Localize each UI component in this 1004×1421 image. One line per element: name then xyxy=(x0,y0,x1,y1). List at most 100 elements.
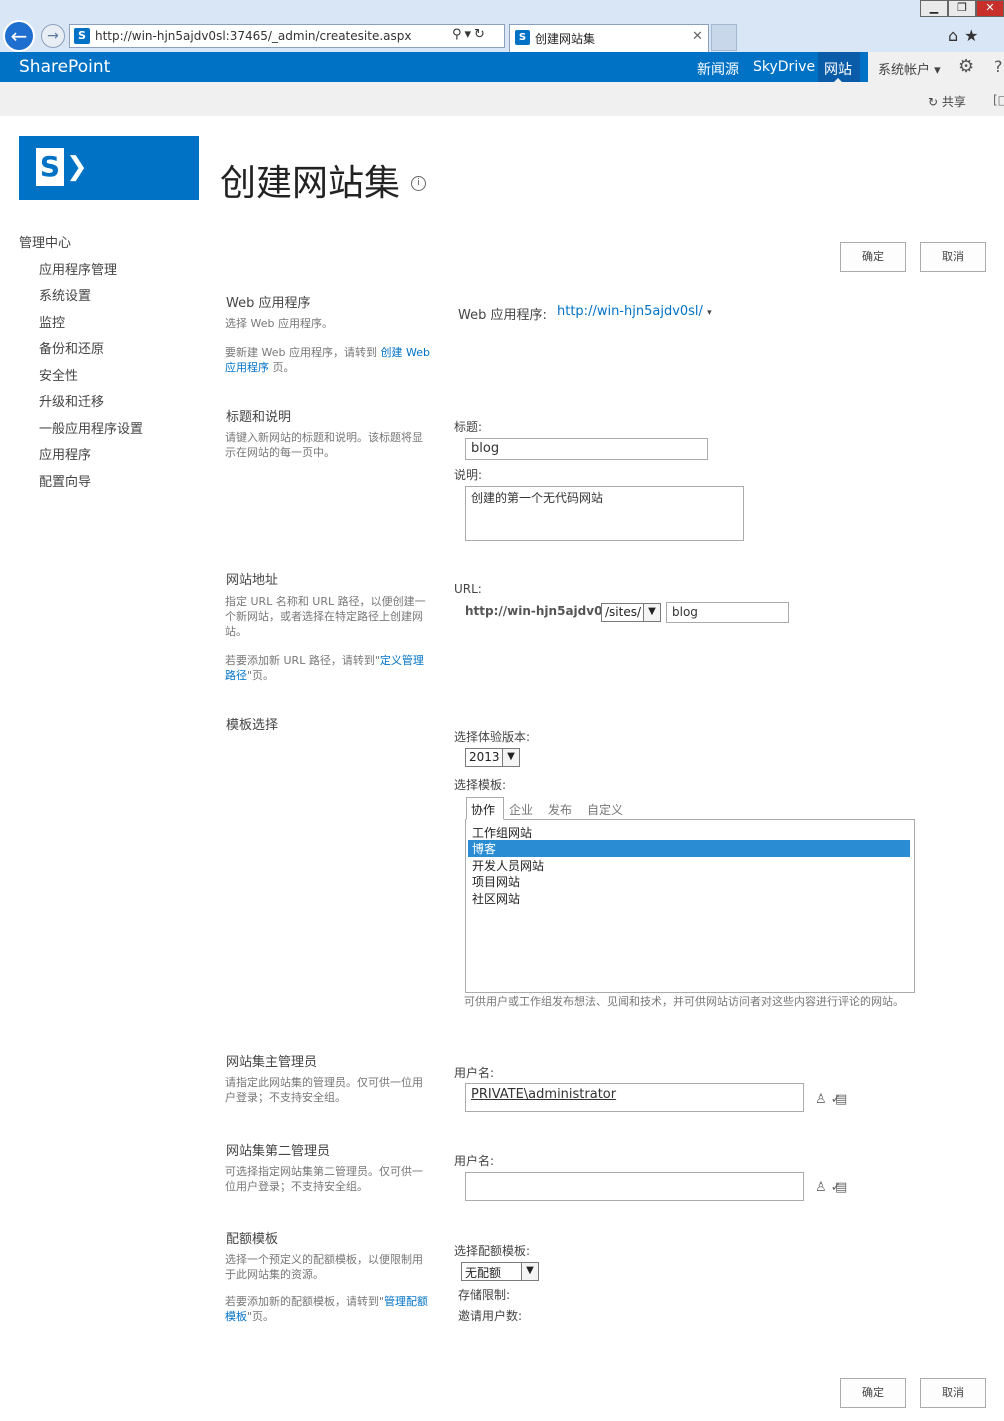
section-desc-web-app: 选择 Web 应用程序。 xyxy=(225,317,333,330)
secondary-admin-input[interactable] xyxy=(465,1172,804,1201)
section-title-title-desc: 标题和说明 xyxy=(226,410,292,425)
secondary-user-label: 用户名: xyxy=(454,1154,495,1168)
site-favicon-icon: S xyxy=(74,28,90,44)
template-item[interactable]: 开发人员网站 xyxy=(468,857,910,874)
home-favorites-icon[interactable]: ⌂★ xyxy=(948,26,985,45)
note-text: 若要添加新的配额模板，请转到" xyxy=(225,1295,385,1308)
template-label: 选择模板: xyxy=(454,778,507,792)
section-desc-quota: 选择一个预定义的配额模板，以便限制用于此网站集的资源。 xyxy=(225,1253,423,1281)
title-input[interactable]: blog xyxy=(465,438,708,460)
help-icon[interactable]: ? xyxy=(994,57,1003,76)
suite-link-skydrive[interactable]: SkyDrive xyxy=(753,59,815,75)
template-tab-publishing[interactable]: 发布 xyxy=(548,801,572,818)
focus-content-icon[interactable]: [□ xyxy=(993,93,1004,107)
brand-name[interactable]: SharePoint xyxy=(19,57,110,77)
version-value[interactable]: 2013 xyxy=(469,750,500,764)
section-title-primary-admin: 网站集主管理员 xyxy=(226,1055,318,1070)
section-note-address: 若要添加新 URL 路径，请转到"定义管理路径"页。 xyxy=(225,653,430,683)
chevron-down-icon: ▾ xyxy=(934,63,941,78)
address-book-icon[interactable]: ▤ xyxy=(835,1092,851,1107)
nav-item-config-wizards[interactable]: 配置向导 xyxy=(39,471,91,490)
close-window-icon[interactable]: ✕ xyxy=(976,0,1004,17)
chevron-down-icon[interactable]: ▼ xyxy=(502,749,519,766)
suite-link-newsfeed[interactable]: 新闻源 xyxy=(697,59,739,79)
info-icon[interactable]: i xyxy=(411,176,426,191)
version-select[interactable]: 2013 ▼ xyxy=(465,748,520,767)
template-tab-custom[interactable]: 自定义 xyxy=(587,801,623,818)
section-desc-secondary-admin: 可选择指定网站集第二管理员。仅可供一位用户登录；不支持安全组。 xyxy=(225,1165,423,1193)
tab-close-icon[interactable]: ✕ xyxy=(692,29,703,44)
logo-chevron-icon: ❯ xyxy=(66,152,88,182)
ok-button-bottom[interactable]: 确定 xyxy=(840,1378,906,1408)
url-name-input[interactable]: blog xyxy=(666,602,789,623)
section-desc-address: 指定 URL 名称和 URL 路径，以便创建一个新网站，或者选择在特定路径上创建… xyxy=(225,595,426,638)
section-title-quota: 配额模板 xyxy=(226,1232,279,1247)
restore-icon[interactable]: ❐ xyxy=(948,0,976,17)
back-arrow-icon[interactable]: ← xyxy=(3,20,35,52)
template-tab-collab[interactable]: 协作 xyxy=(471,801,495,818)
address-url[interactable]: http://win-hjn5ajdv0sl:37465/_admin/crea… xyxy=(95,29,411,43)
template-item[interactable]: 工作组网站 xyxy=(468,824,910,841)
account-menu[interactable]: 系统帐户 ▾ xyxy=(878,59,941,78)
note-text: "页。 xyxy=(247,669,275,682)
version-label: 选择体验版本: xyxy=(454,730,531,744)
cancel-button-top[interactable]: 取消 xyxy=(920,242,986,272)
section-note-quota: 若要添加新的配额模板，请转到"管理配额模板"页。 xyxy=(225,1294,430,1324)
nav-item-apps[interactable]: 应用程序 xyxy=(39,444,91,463)
url-path-select[interactable]: /sites/▼ xyxy=(601,603,661,622)
account-name[interactable]: 系统帐户 xyxy=(878,63,930,78)
template-item-selected[interactable]: 博客 xyxy=(468,840,910,857)
gear-icon[interactable]: ⚙ xyxy=(958,56,974,77)
sharepoint-logo-icon: S xyxy=(36,148,64,186)
url-path-value[interactable]: /sites/ xyxy=(605,605,641,619)
quota-select-label: 选择配额模板: xyxy=(454,1244,531,1258)
minimize-icon[interactable]: ▁ xyxy=(920,0,948,17)
template-item[interactable]: 项目网站 xyxy=(468,873,910,890)
ribbon-row xyxy=(0,82,1004,116)
new-tab-button[interactable] xyxy=(711,24,737,51)
nav-item-backup-restore[interactable]: 备份和还原 xyxy=(39,338,104,357)
nav-item-system-settings[interactable]: 系统设置 xyxy=(39,285,91,304)
forward-arrow-icon[interactable]: → xyxy=(41,24,65,48)
page-title: 创建网站集 xyxy=(220,163,401,204)
title-label: 标题: xyxy=(454,420,483,434)
template-item[interactable]: 社区网站 xyxy=(468,890,910,907)
primary-admin-input[interactable]: PRIVATE\administrator xyxy=(465,1083,804,1112)
quota-value[interactable]: 无配额 xyxy=(465,1266,501,1280)
nav-header[interactable]: 管理中心 xyxy=(19,232,71,251)
share-label: 共享 xyxy=(941,95,966,109)
window-controls: ▁ ❐ ✕ xyxy=(920,0,1004,17)
ok-button-top[interactable]: 确定 xyxy=(840,242,906,272)
note-text: 若要添加新 URL 路径，请转到" xyxy=(225,654,380,667)
note-text: 要新建 Web 应用程序，请转到 xyxy=(225,346,377,359)
web-app-value[interactable]: http://win-hjn5ajdv0sl/ xyxy=(557,304,703,319)
nav-item-app-management[interactable]: 应用程序管理 xyxy=(39,259,117,278)
chevron-down-icon[interactable]: ▼ xyxy=(521,1263,538,1280)
url-host: http://win-hjn5ajdv0sl xyxy=(465,604,614,618)
template-description: 可供用户或工作组发布想法、见闻和技术，并可供网站访问者对这些内容进行评论的网站。 xyxy=(464,995,904,1008)
nav-item-upgrade-migration[interactable]: 升级和迁移 xyxy=(39,391,104,410)
description-label: 说明: xyxy=(454,468,483,482)
quota-select[interactable]: 无配额 ▼ xyxy=(461,1262,539,1281)
note-text: "页。 xyxy=(247,1310,275,1323)
url-label: URL: xyxy=(454,582,482,596)
chevron-down-icon[interactable]: ▾ xyxy=(707,308,712,318)
share-icon: ↻ xyxy=(928,95,939,109)
nav-item-monitoring[interactable]: 监控 xyxy=(39,312,65,331)
storage-limit-label: 存储限制: xyxy=(458,1288,511,1302)
description-textarea[interactable]: 创建的第一个无代码网站 xyxy=(465,486,744,541)
nav-item-general-settings[interactable]: 一般应用程序设置 xyxy=(39,418,143,437)
share-button[interactable]: ↻ 共享 xyxy=(928,93,966,110)
cancel-button-bottom[interactable]: 取消 xyxy=(920,1378,986,1408)
section-title-web-app: Web 应用程序 xyxy=(226,296,311,311)
tab-title[interactable]: 创建网站集 xyxy=(535,30,595,47)
note-text: 页。 xyxy=(272,361,295,374)
chevron-down-icon[interactable]: ▼ xyxy=(643,604,660,621)
nav-item-security[interactable]: 安全性 xyxy=(39,365,78,384)
suite-link-sites[interactable]: 网站 xyxy=(824,59,852,79)
web-app-selector[interactable]: http://win-hjn5ajdv0sl/ ▾ xyxy=(557,304,712,319)
section-title-address: 网站地址 xyxy=(226,573,279,588)
template-tab-enterprise[interactable]: 企业 xyxy=(509,801,533,818)
address-book-icon[interactable]: ▤ xyxy=(835,1180,851,1195)
search-refresh-icon[interactable]: ⚲▾↻ xyxy=(452,27,488,42)
